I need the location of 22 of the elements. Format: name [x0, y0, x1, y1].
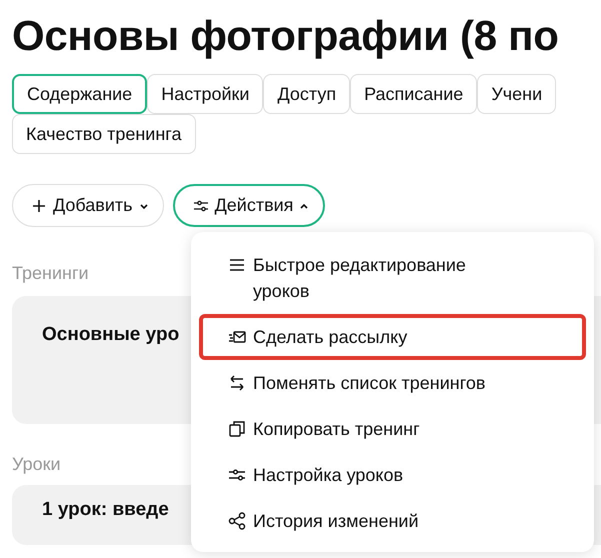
tab[interactable]: Расписание — [350, 74, 478, 114]
add-button[interactable]: Добавить — [12, 184, 164, 227]
menu-item[interactable]: Поменять список тренингов — [199, 360, 586, 406]
card-title: 1 урок: введе — [42, 499, 169, 520]
menu-item[interactable]: Быстрое редактирование уроков — [199, 242, 586, 314]
tab[interactable]: Содержание — [12, 74, 148, 114]
share-icon — [227, 511, 247, 531]
menu-item[interactable]: Копировать тренинг — [199, 406, 586, 452]
tab[interactable]: Доступ — [263, 74, 350, 114]
tab[interactable]: Настройки — [147, 74, 264, 114]
section-heading: Уроки — [12, 454, 61, 475]
tab[interactable]: Качество тренинга — [12, 114, 196, 154]
menu-item[interactable]: Настройка уроков — [199, 452, 586, 498]
menu-item[interactable]: История изменений — [199, 498, 586, 544]
plus-icon — [31, 198, 47, 214]
section-heading: Тренинги — [12, 263, 89, 284]
card-title: Основные уро — [42, 324, 180, 345]
copy-icon — [227, 419, 247, 439]
page-title: Основы фотографии (8 по — [12, 11, 559, 61]
actions-button[interactable]: Действия — [172, 184, 326, 227]
tab[interactable]: Учени — [477, 74, 556, 114]
menu-item[interactable]: Сделать рассылку — [199, 314, 586, 360]
